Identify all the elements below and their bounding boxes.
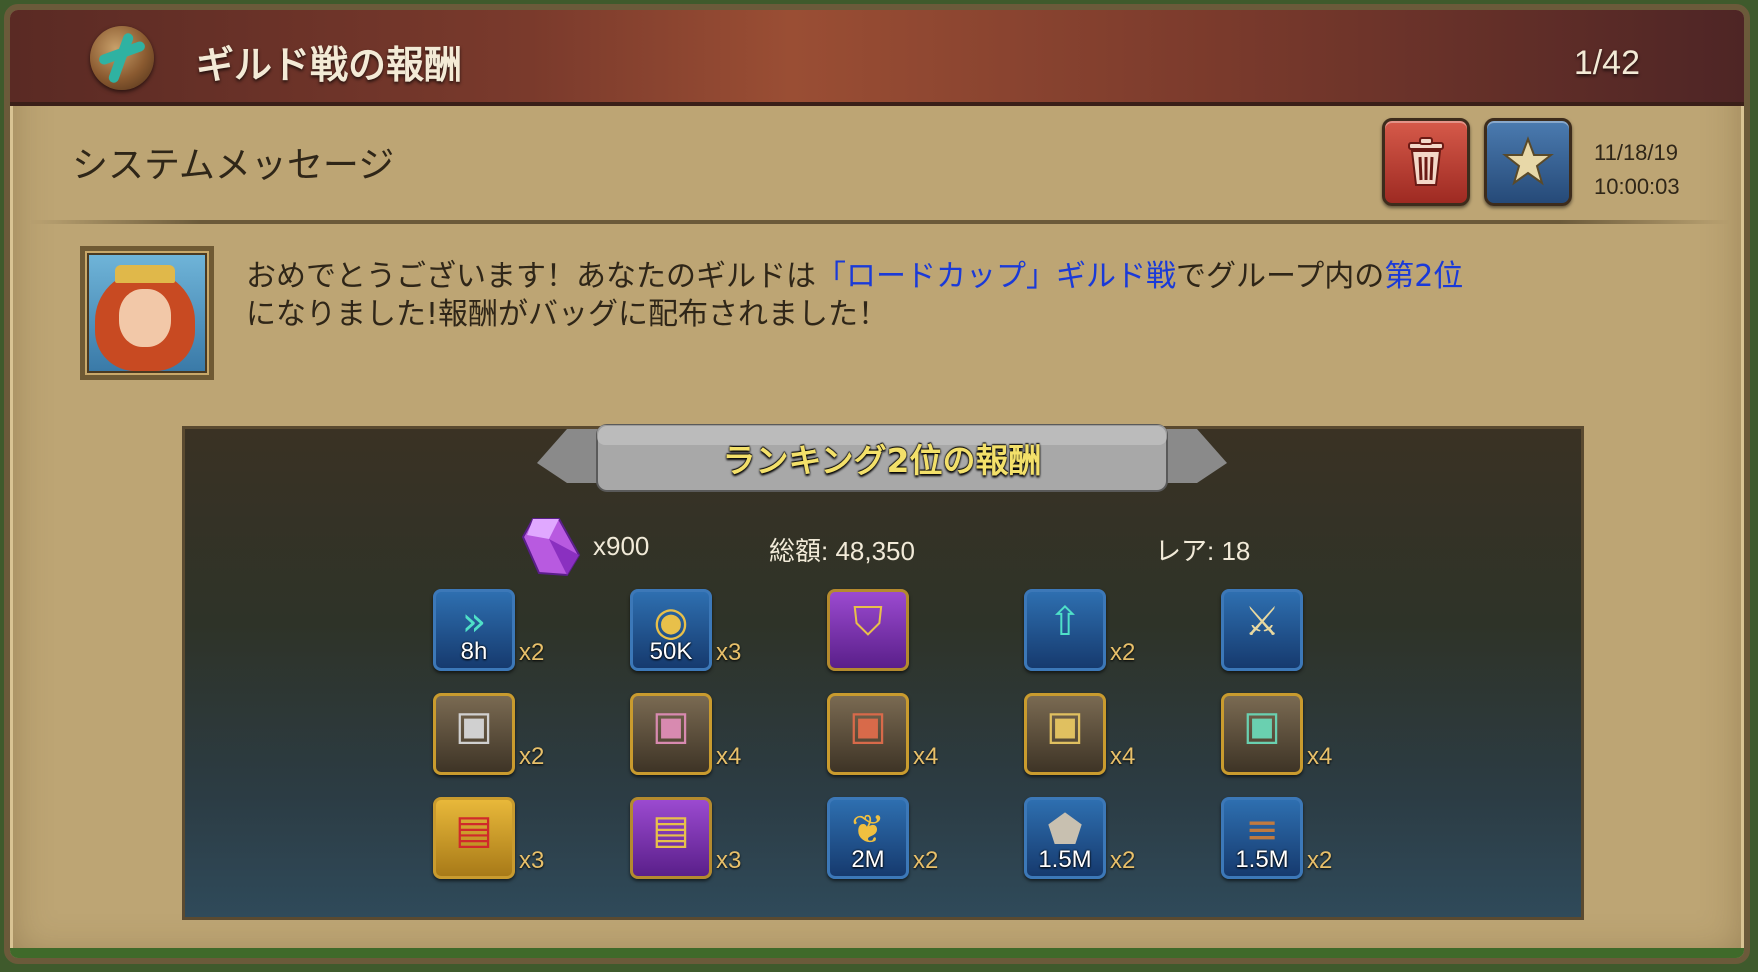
reward-item-material-chest-5[interactable]: ▣ xyxy=(1221,693,1303,775)
reward-item-amount: 50K xyxy=(649,638,693,665)
reward-item-red-gold-chest[interactable]: ▤ xyxy=(433,797,515,879)
total-value: 総額: 48,350 xyxy=(769,536,915,566)
stone-icon: ⬟ xyxy=(1047,807,1083,853)
reward-item-food-2m[interactable]: ❦ 2M xyxy=(827,797,909,879)
mail-datetime: 11/18/19 10:00:03 xyxy=(1594,136,1680,204)
gem-icon xyxy=(519,515,583,583)
gold-coins-icon: ◉ xyxy=(653,599,689,645)
reward-item-quantity: x3 xyxy=(716,639,742,666)
mail-time: 10:00:03 xyxy=(1594,174,1680,199)
reward-item-material-chest-3[interactable]: ▣ xyxy=(827,693,909,775)
reward-ribbon: ランキング2位の報酬 xyxy=(537,423,1227,503)
pink-chest-icon: ▣ xyxy=(652,703,690,749)
spiked-chest-icon: ▣ xyxy=(1046,703,1084,749)
message-text: でグループ内の xyxy=(1176,259,1385,294)
reward-item-purple-gold-chest[interactable]: ▤ xyxy=(630,797,712,879)
reward-item-quantity: x4 xyxy=(716,743,742,770)
wood-logs-icon: ≡ xyxy=(1245,807,1279,853)
purple-treasure-chest-icon: ▤ xyxy=(652,807,690,853)
reward-item-material-chest-4[interactable]: ▣ xyxy=(1024,693,1106,775)
reward-title: ランキング2位の報酬 xyxy=(722,441,1042,480)
reward-item-wood-1-5m[interactable]: ≡ 1.5M xyxy=(1221,797,1303,879)
red-chest-icon: ▣ xyxy=(849,703,887,749)
reward-item-material-chest-2[interactable]: ▣ xyxy=(630,693,712,775)
trash-icon xyxy=(1408,137,1444,186)
reward-item-material-chest-1[interactable]: ▣ xyxy=(433,693,515,775)
header-divider xyxy=(30,220,1730,224)
guild-war-icon xyxy=(90,26,154,90)
message-text: になりました!報酬がバッグに配布されました！ xyxy=(246,297,889,332)
mail-date: 11/18/19 xyxy=(1594,140,1679,165)
reward-item-quantity: x4 xyxy=(1110,743,1136,770)
message-highlight-rank: 第2位 xyxy=(1384,259,1464,294)
armor-upgrade-icon: ⇧ xyxy=(1048,599,1082,645)
reward-item-quantity: x3 xyxy=(519,847,545,874)
reward-item-quantity: x2 xyxy=(519,743,545,770)
red-treasure-chest-icon: ▤ xyxy=(455,807,493,853)
window-title: ギルド戦の報酬 xyxy=(196,43,463,87)
reward-item-stone-1-5m[interactable]: ⬟ 1.5M xyxy=(1024,797,1106,879)
page-counter: 1/42 xyxy=(1573,44,1640,82)
title-bar: ギルド戦の報酬 1/42 xyxy=(10,10,1744,106)
sword-upgrade-icon: ⚔ xyxy=(1244,599,1280,645)
reward-item-quantity: x4 xyxy=(1307,743,1333,770)
steel-chest-icon: ▣ xyxy=(455,703,493,749)
reward-item-quantity: x2 xyxy=(519,639,545,666)
mail-message: おめでとうございます！あなたのギルドは「ロードカップ」ギルド戦でグループ内の第2… xyxy=(246,258,1566,334)
reward-item-quantity: x2 xyxy=(913,847,939,874)
rare-count: レア: 18 xyxy=(1155,536,1251,566)
purple-chest-icon: ⛉ xyxy=(853,599,883,645)
reward-item-armor-upgrade[interactable]: ⇧ xyxy=(1024,589,1106,671)
reward-item-guild-chest[interactable]: ⛉ xyxy=(827,589,909,671)
reward-item-amount: 1.5M xyxy=(1235,846,1289,873)
reward-stats: x900 総額: 48,350 レア: 18 xyxy=(185,515,1581,577)
background-strip xyxy=(10,948,1744,958)
reward-item-quantity: x3 xyxy=(716,847,742,874)
delete-button[interactable] xyxy=(1382,118,1470,206)
reward-panel: ランキング2位の報酬 x900 総額: 48,350 レア: 18 » 8h x2 ◉… xyxy=(182,423,1584,920)
mail-sender: システムメッセージ xyxy=(72,145,395,186)
reward-item-amount: 1.5M xyxy=(1038,846,1092,873)
favorite-button[interactable] xyxy=(1484,118,1572,206)
wheat-icon: ❦ xyxy=(851,807,885,853)
reward-item-quantity: x4 xyxy=(913,743,939,770)
message-text: おめでとうございます！あなたのギルドは xyxy=(246,259,816,294)
gems-quantity: x900 xyxy=(593,531,650,561)
reward-item-amount: 8h xyxy=(460,638,488,665)
reward-item-gold-50k[interactable]: ◉ 50K xyxy=(630,589,712,671)
reward-item-weapon-upgrade[interactable]: ⚔ xyxy=(1221,589,1303,671)
star-icon xyxy=(1502,136,1554,186)
reward-item-quantity: x2 xyxy=(1307,847,1333,874)
sender-avatar xyxy=(80,246,214,380)
reward-item-quantity: x2 xyxy=(1110,639,1136,666)
message-highlight-event: 「ロードカップ」ギルド戦 xyxy=(816,259,1176,294)
reward-item-speedup-8h[interactable]: » 8h xyxy=(433,589,515,671)
green-chest-icon: ▣ xyxy=(1243,703,1281,749)
reward-item-quantity: x2 xyxy=(1110,847,1136,874)
mail-window: ギルド戦の報酬 1/42 システムメッセージ 11/18/19 10:00:03… xyxy=(4,4,1750,964)
speedup-arrows-icon: » xyxy=(461,599,487,645)
reward-item-amount: 2M xyxy=(851,846,885,873)
